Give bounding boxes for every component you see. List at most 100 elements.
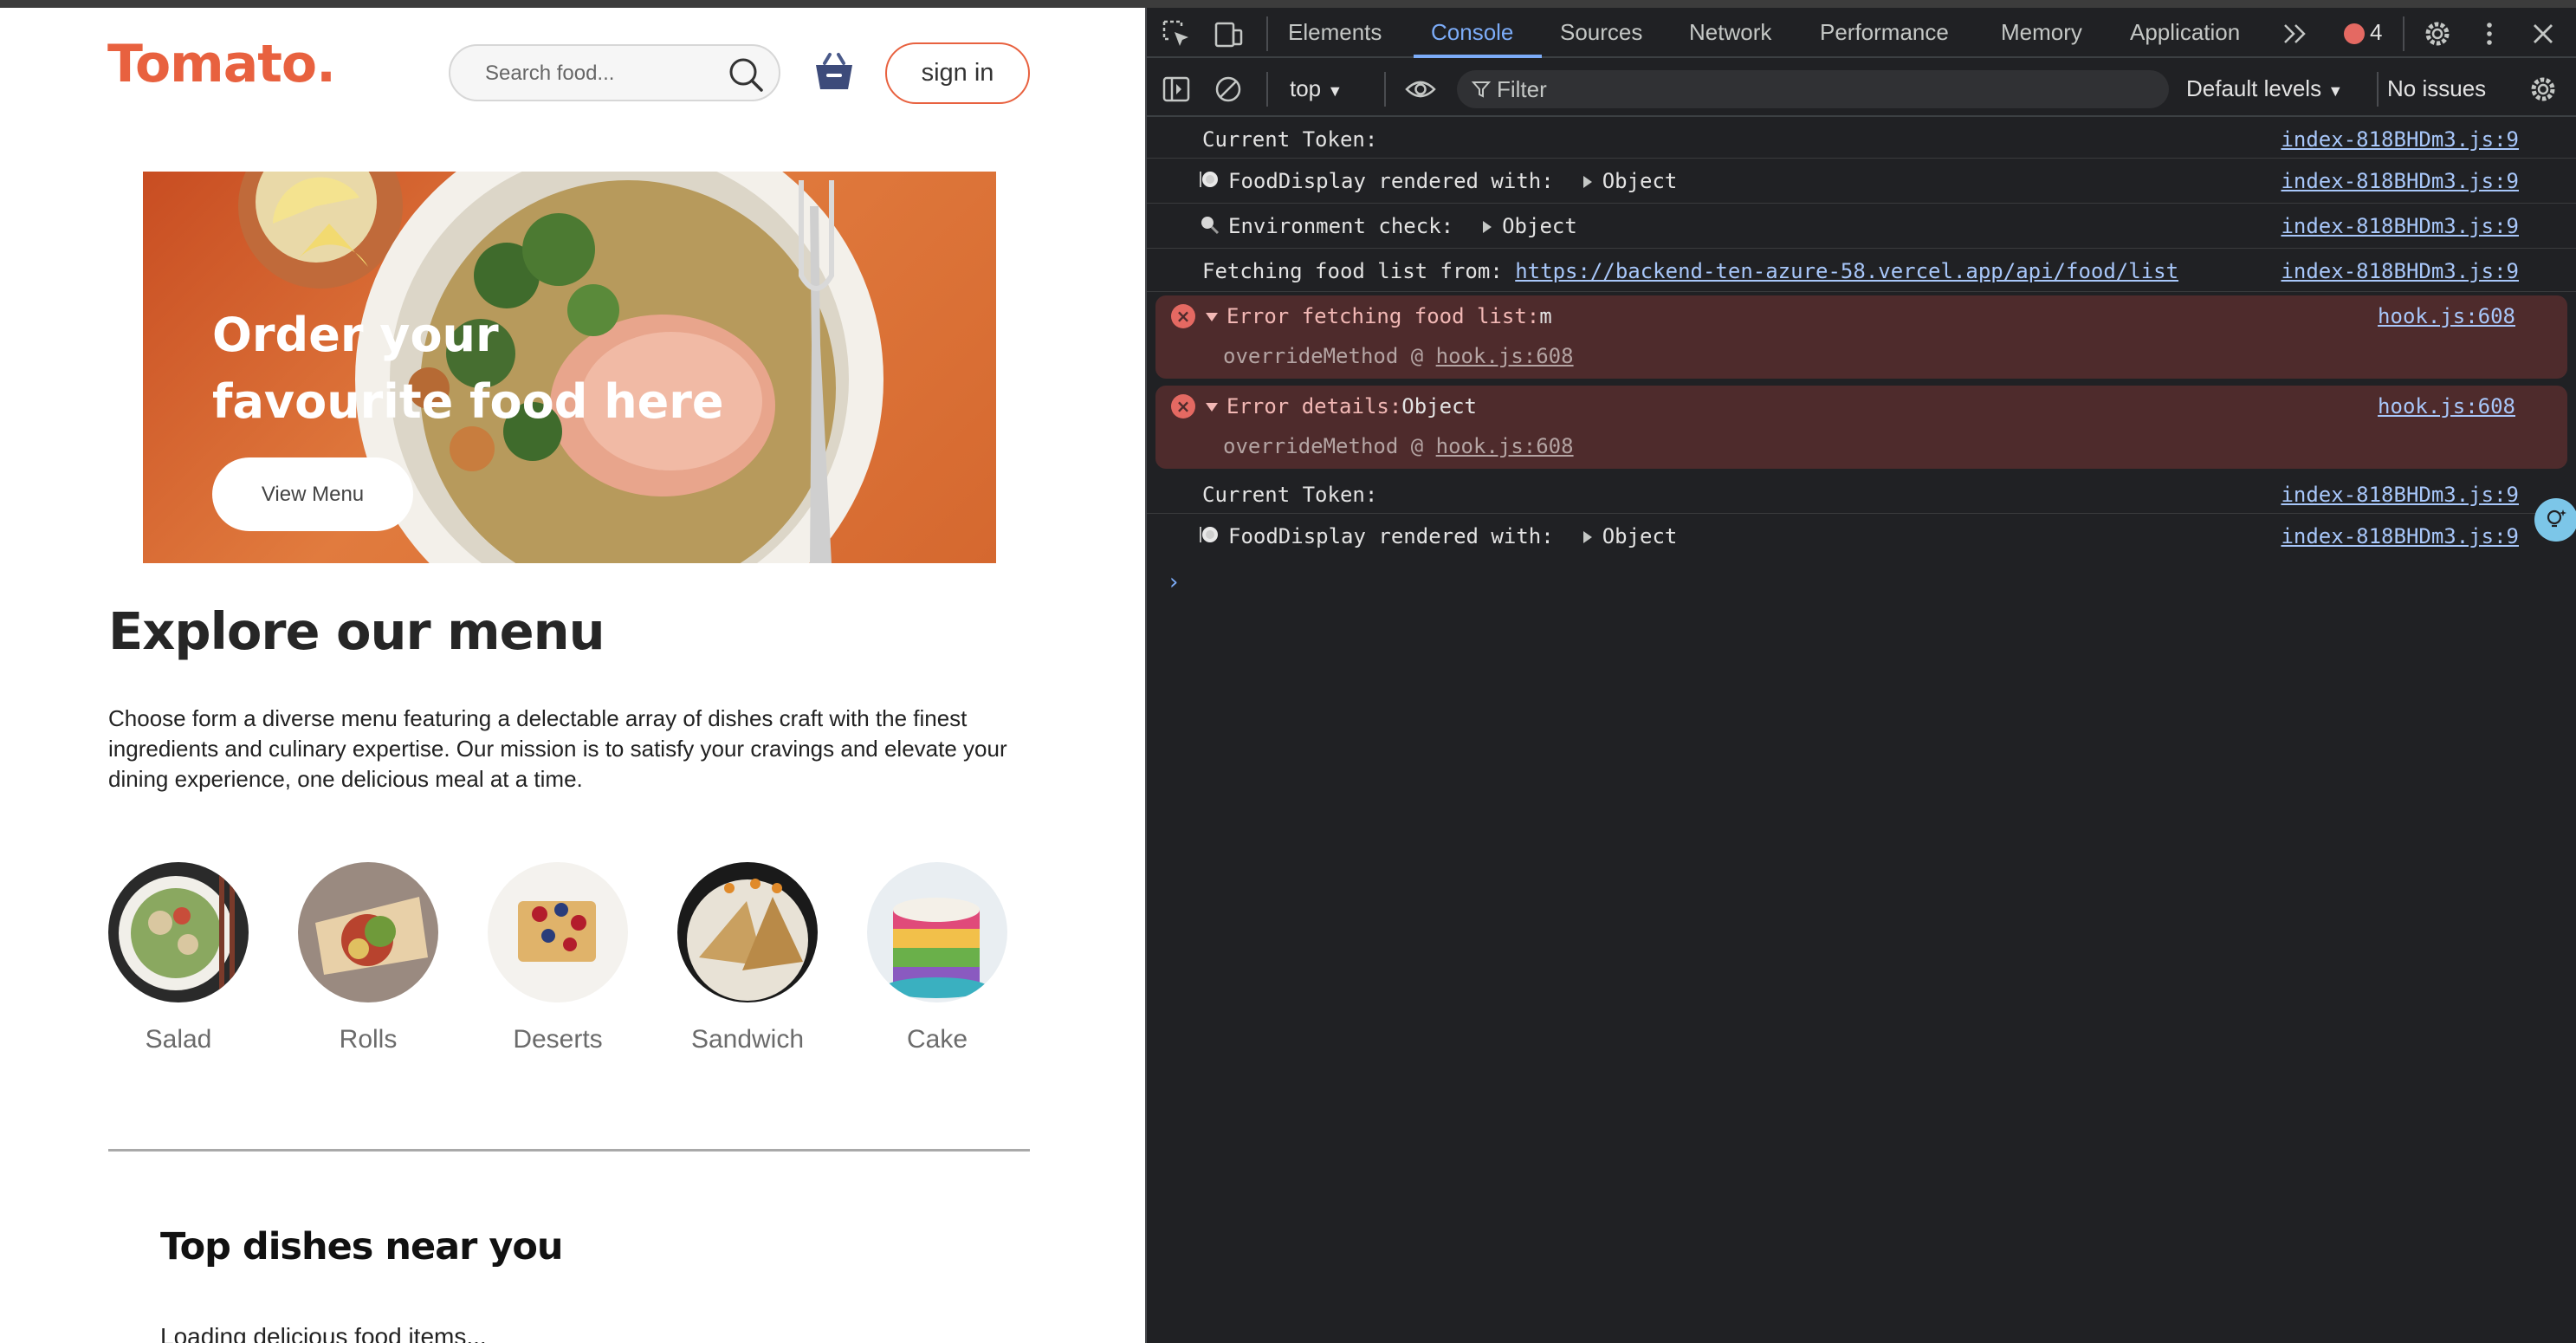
log-source-link[interactable]: index-818BHDm3.js:9 <box>2281 259 2519 283</box>
log-levels-select[interactable]: Default levels ▼ <box>2186 75 2343 102</box>
website-viewport: Tomato. sign in <box>0 8 1145 1343</box>
error-message[interactable]: Error fetching food list:m <box>1206 304 1552 328</box>
log-value[interactable]: Object <box>1602 169 1678 193</box>
log-source-link[interactable]: index-818BHDm3.js:9 <box>2281 483 2519 507</box>
stack-function: overrideMethod @ <box>1223 434 1424 458</box>
error-text: Error details: <box>1227 394 1402 418</box>
error-value[interactable]: Object <box>1401 394 1477 418</box>
menu-item-rolls[interactable]: Rolls <box>297 862 439 1070</box>
filter-input[interactable] <box>1497 75 2155 103</box>
settings-gear-icon[interactable] <box>2422 18 2453 49</box>
console-settings-gear-icon[interactable] <box>2527 74 2559 105</box>
explore-menu-description: Choose form a diverse menu featuring a d… <box>108 705 1007 792</box>
stack-link[interactable]: hook.js:608 <box>1436 434 1574 458</box>
log-text: Fetching food list from: <box>1202 259 1503 283</box>
search-input[interactable] <box>485 58 719 89</box>
logo[interactable]: Tomato. <box>107 34 336 94</box>
log-message: FoodDisplay rendered with: Object <box>1228 169 1677 193</box>
tab-console[interactable]: Console <box>1431 19 1513 46</box>
deserts-image[interactable] <box>488 862 628 1002</box>
execution-context-select[interactable]: top ▼ <box>1290 75 1343 102</box>
toolbar-separator <box>1266 72 1268 107</box>
sign-in-button[interactable]: sign in <box>885 42 1030 104</box>
log-text: Environment check: <box>1228 214 1454 238</box>
search-bar[interactable] <box>449 44 780 101</box>
menu-item-cake[interactable]: Cake <box>866 862 1008 1070</box>
log-source-link[interactable]: index-818BHDm3.js:9 <box>2281 524 2519 548</box>
collapse-triangle-icon[interactable] <box>1206 313 1218 321</box>
menu-item-label: Cake <box>906 1025 968 1054</box>
error-source-link[interactable]: hook.js:608 <box>2378 304 2515 328</box>
toolbar-separator <box>1266 16 1268 51</box>
cake-image[interactable] <box>867 862 1007 1002</box>
search-icon[interactable] <box>726 55 766 94</box>
plate-icon <box>1200 172 1218 187</box>
log-source-link[interactable]: index-818BHDm3.js:9 <box>2281 214 2519 238</box>
magnifier-icon <box>1201 217 1220 235</box>
devtools-panel: Elements Console Sources Network Perform… <box>1145 8 2576 1343</box>
console-log-row: Fetching food list from: https://backend… <box>1147 249 2576 292</box>
log-value[interactable]: Object <box>1502 214 1577 238</box>
menu-item-salad[interactable]: Salad <box>107 862 249 1070</box>
error-stack-frame: overrideMethod @ hook.js:608 <box>1223 434 1574 458</box>
stack-link[interactable]: hook.js:608 <box>1436 344 1574 368</box>
error-stack-frame: overrideMethod @ hook.js:608 <box>1223 344 1574 368</box>
console-error-row: × Error details:Object hook.js:608 overr… <box>1155 386 2567 469</box>
lightbulb-icon <box>2547 509 2566 528</box>
clear-console-icon[interactable] <box>1213 74 1244 105</box>
expand-triangle-icon[interactable] <box>1582 531 1592 543</box>
log-text: FoodDisplay rendered with: <box>1228 169 1554 193</box>
log-source-link[interactable]: index-818BHDm3.js:9 <box>2281 169 2519 193</box>
menu-item-sandwich[interactable]: Sandwich <box>676 862 819 1070</box>
tab-performance[interactable]: Performance <box>1820 19 1949 46</box>
hero-title: Order your favourite food here <box>212 308 724 429</box>
console-log-row: Current Token: index-818BHDm3.js:9 <box>1147 472 2576 514</box>
error-text: Error fetching food list: <box>1227 304 1540 328</box>
rolls-image[interactable] <box>298 862 438 1002</box>
tab-network[interactable]: Network <box>1689 19 1771 46</box>
console-log-row: FoodDisplay rendered with: Object index-8… <box>1147 514 2576 557</box>
live-expression-eye-icon[interactable] <box>1405 74 1436 105</box>
console-filter[interactable] <box>1457 70 2169 108</box>
device-toolbar-icon[interactable] <box>1213 18 1244 49</box>
inspect-element-icon[interactable] <box>1161 18 1192 49</box>
menu-item-label: Deserts <box>513 1025 603 1054</box>
log-source-link[interactable]: index-818BHDm3.js:9 <box>2281 127 2519 152</box>
salad-image[interactable] <box>108 862 249 1002</box>
tab-elements[interactable]: Elements <box>1288 19 1382 46</box>
menu-item-label: Rolls <box>339 1025 398 1054</box>
more-options-icon[interactable] <box>2474 18 2505 49</box>
tab-application[interactable]: Application <box>2130 19 2240 46</box>
error-count-badge[interactable]: 4 <box>2344 17 2387 47</box>
log-value[interactable]: Object <box>1602 524 1678 548</box>
error-value[interactable]: m <box>1539 304 1551 328</box>
basket-icon[interactable] <box>812 51 856 93</box>
error-source-link[interactable]: hook.js:608 <box>2378 394 2515 418</box>
tab-sources[interactable]: Sources <box>1560 19 1642 46</box>
active-tab-indicator <box>1414 55 1542 58</box>
error-icon <box>2344 23 2365 44</box>
close-icon[interactable] <box>2527 18 2559 49</box>
top-dishes-title: Top dishes near you <box>160 1225 564 1268</box>
tab-memory[interactable]: Memory <box>2001 19 2082 46</box>
menu-item-deserts[interactable]: Deserts <box>487 862 629 1070</box>
sidebar-toggle-icon[interactable] <box>1161 74 1192 105</box>
collapse-triangle-icon[interactable] <box>1206 403 1218 412</box>
api-url-link[interactable]: https://backend-ten-azure-58.vercel.app/… <box>1515 259 2178 283</box>
expand-triangle-icon[interactable] <box>1582 176 1592 188</box>
error-message[interactable]: Error details:Object <box>1206 394 1477 418</box>
expand-triangle-icon[interactable] <box>1483 221 1492 233</box>
browser-top-strip <box>0 0 2576 8</box>
stack-function: overrideMethod @ <box>1223 344 1424 368</box>
ai-assistance-button[interactable] <box>2534 498 2576 542</box>
more-tabs-icon[interactable] <box>2280 18 2311 49</box>
view-menu-button[interactable]: View Menu <box>212 457 413 531</box>
error-x-icon: × <box>1171 304 1195 328</box>
chevron-down-icon: ▼ <box>2327 82 2344 100</box>
toolbar-separator <box>2377 72 2379 107</box>
menu-category-list: Salad Rolls Deserts Sandwich Cake <box>107 862 1034 1079</box>
loading-text: Loading delicious food items... <box>160 1323 487 1343</box>
console-prompt[interactable]: › <box>1169 569 1178 595</box>
issues-counter[interactable]: No issues <box>2387 75 2486 102</box>
sandwich-image[interactable] <box>677 862 818 1002</box>
